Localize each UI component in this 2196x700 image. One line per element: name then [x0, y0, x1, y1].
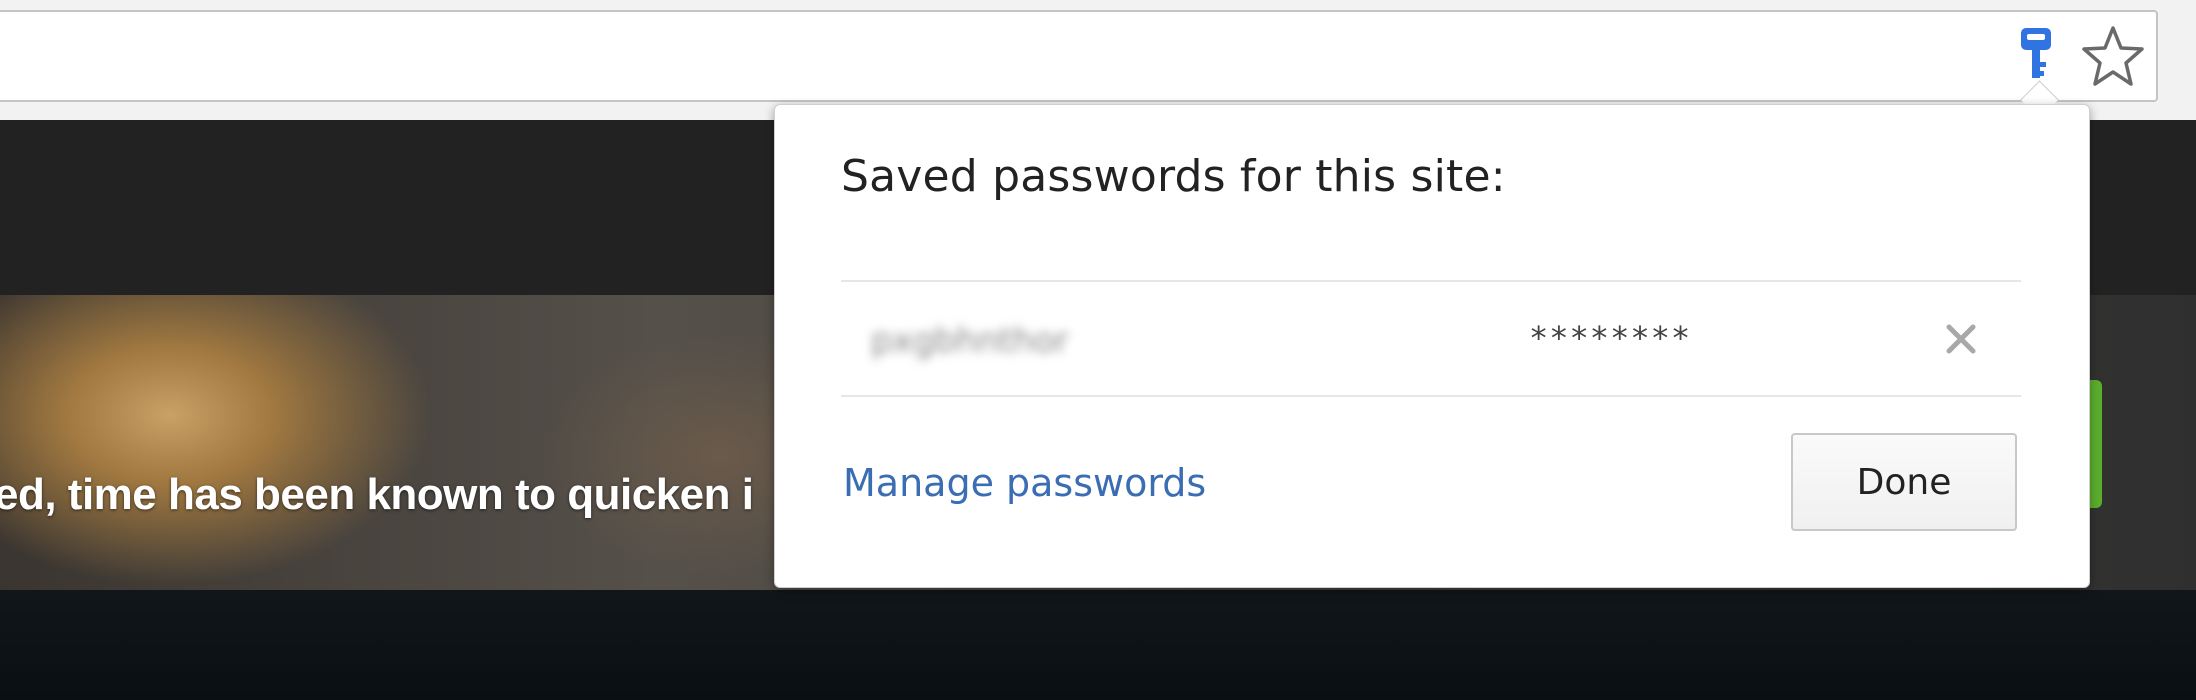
done-button[interactable]: Done — [1791, 433, 2017, 531]
saved-password-masked: ******** — [1529, 319, 1692, 357]
manage-passwords-link[interactable]: Manage passwords — [843, 461, 1206, 505]
close-icon[interactable] — [1941, 319, 1981, 359]
browser-toolbar — [0, 0, 2196, 120]
divider-top — [841, 280, 2021, 282]
address-bar[interactable] — [0, 10, 2158, 102]
saved-username: pxgbhnthor — [871, 321, 1069, 361]
page-footer-band — [0, 590, 2196, 700]
star-icon[interactable] — [2080, 24, 2146, 90]
saved-passwords-bubble: Saved passwords for this site: pxgbhntho… — [774, 104, 2090, 588]
hero-caption: ed, time has been known to quicken i — [0, 470, 754, 519]
divider-bottom — [841, 395, 2021, 397]
bubble-title: Saved passwords for this site: — [841, 151, 1506, 202]
key-icon[interactable] — [2016, 26, 2056, 86]
